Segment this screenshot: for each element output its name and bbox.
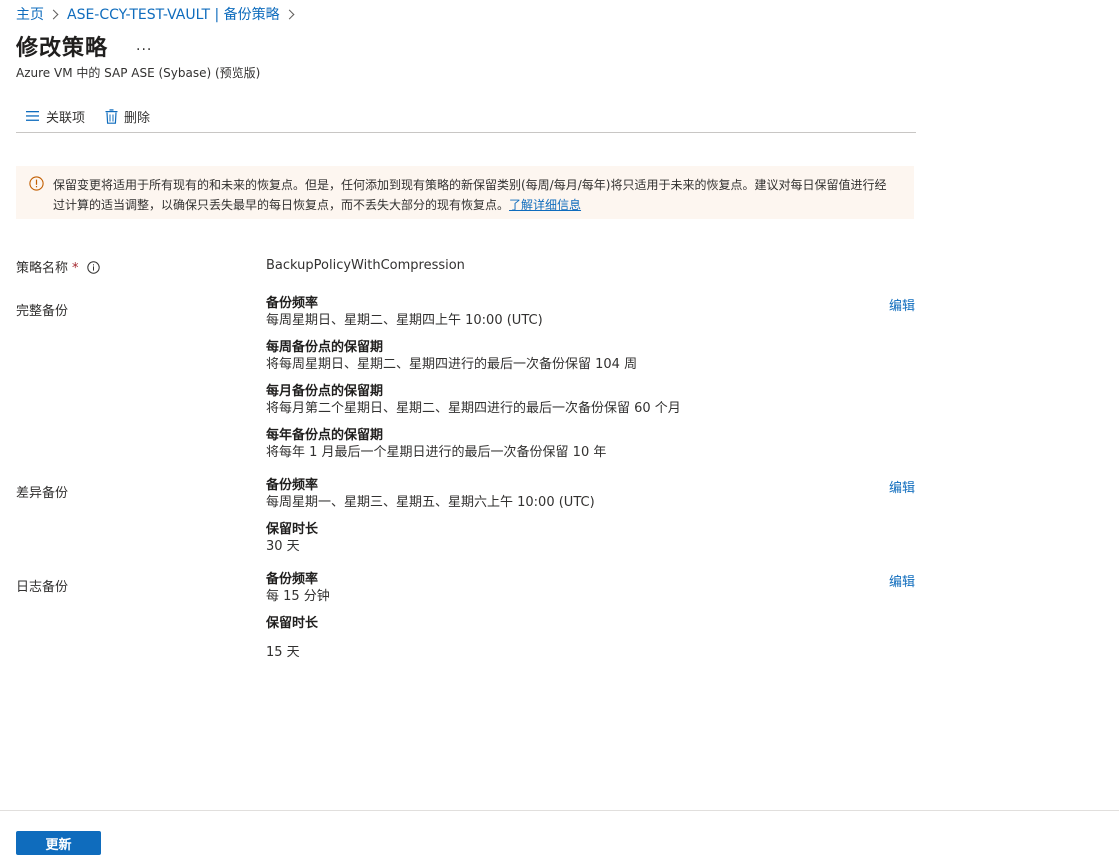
associate-items-label: 关联项 bbox=[46, 110, 86, 126]
policy-name-label-text: 策略名称 bbox=[16, 261, 69, 276]
banner-text: 保留变更将适用于所有现有的和未来的恢复点。但是，任何添加到现有策略的新保留类别(… bbox=[53, 178, 887, 212]
full-freq-value: 每周星期日、星期二、星期四上午 10:00 (UTC) bbox=[266, 313, 543, 328]
log-freq-title: 备份频率 bbox=[266, 572, 319, 587]
log-ret-title-wrap: 保留时长 bbox=[266, 615, 318, 632]
title-row: 修改策略 ... bbox=[16, 30, 152, 62]
log-ret-value: 15 天 bbox=[266, 645, 300, 660]
command-bar: 关联项 删除 bbox=[16, 100, 916, 133]
full-weekly-details: 每周备份点的保留期 将每周星期日、星期二、星期四进行的最后一次备份保留 104 … bbox=[266, 339, 637, 373]
warning-icon bbox=[29, 176, 44, 191]
info-icon[interactable] bbox=[86, 261, 100, 274]
full-yearly-value: 将每年 1 月最后一个星期日进行的最后一次备份保留 10 年 bbox=[266, 445, 607, 460]
page-subtitle: Azure VM 中的 SAP ASE (Sybase) (预览版) bbox=[16, 66, 261, 80]
policy-name-value: BackupPolicyWithCompression bbox=[266, 258, 465, 273]
full-weekly-value: 将每周星期日、星期二、星期四进行的最后一次备份保留 104 周 bbox=[266, 357, 638, 372]
full-freq-title: 备份频率 bbox=[266, 296, 319, 311]
full-backup-details: 备份频率 每周星期日、星期二、星期四上午 10:00 (UTC) bbox=[266, 295, 543, 329]
delete-button[interactable]: 删除 bbox=[105, 107, 150, 126]
delete-label: 删除 bbox=[124, 110, 151, 126]
full-monthly-title: 每月备份点的保留期 bbox=[266, 384, 384, 399]
log-freq-details: 备份频率 每 15 分钟 bbox=[266, 571, 330, 605]
breadcrumb-home-link[interactable]: 主页 bbox=[16, 4, 44, 24]
full-yearly-title: 每年备份点的保留期 bbox=[266, 428, 384, 443]
diff-ret-title: 保留时长 bbox=[266, 522, 319, 537]
full-backup-edit-link[interactable]: 编辑 bbox=[889, 295, 915, 314]
diff-freq-title: 备份频率 bbox=[266, 478, 319, 493]
diff-freq-value: 每周星期一、星期三、星期五、星期六上午 10:00 (UTC) bbox=[266, 495, 595, 510]
list-icon bbox=[26, 111, 39, 121]
log-ret-title: 保留时长 bbox=[266, 616, 319, 631]
warning-banner: 保留变更将适用于所有现有的和未来的恢复点。但是，任何添加到现有策略的新保留类别(… bbox=[16, 166, 914, 219]
footer-divider bbox=[0, 810, 1119, 811]
learn-more-link[interactable]: 了解详细信息 bbox=[509, 198, 581, 212]
page-title: 修改策略 bbox=[16, 36, 109, 61]
log-backup-label: 日志备份 bbox=[16, 580, 69, 595]
more-options-button[interactable]: ... bbox=[136, 38, 152, 54]
diff-retention-details: 保留时长 30 天 bbox=[266, 521, 318, 555]
policy-name-label: 策略名称 * bbox=[16, 257, 100, 276]
breadcrumb-vault-link[interactable]: ASE-CCY-TEST-VAULT | 备份策略 bbox=[67, 4, 280, 24]
trash-icon bbox=[105, 108, 118, 124]
full-monthly-details: 每月备份点的保留期 将每月第二个星期日、星期二、星期四进行的最后一次备份保留 6… bbox=[266, 383, 681, 417]
diff-backup-label: 差异备份 bbox=[16, 486, 69, 501]
chevron-right-icon bbox=[48, 9, 59, 19]
log-backup-edit-link[interactable]: 编辑 bbox=[889, 571, 915, 590]
chevron-right-icon bbox=[284, 9, 295, 19]
update-button[interactable]: 更新 bbox=[16, 831, 101, 855]
log-freq-value: 每 15 分钟 bbox=[266, 589, 330, 604]
diff-freq-details: 备份频率 每周星期一、星期三、星期五、星期六上午 10:00 (UTC) bbox=[266, 477, 595, 511]
full-yearly-details: 每年备份点的保留期 将每年 1 月最后一个星期日进行的最后一次备份保留 10 年 bbox=[266, 427, 606, 461]
full-monthly-value: 将每月第二个星期日、星期二、星期四进行的最后一次备份保留 60 个月 bbox=[266, 401, 681, 416]
diff-ret-value: 30 天 bbox=[266, 539, 300, 554]
breadcrumb: 主页 ASE-CCY-TEST-VAULT | 备份策略 bbox=[16, 4, 303, 24]
full-backup-label: 完整备份 bbox=[16, 304, 69, 319]
associate-items-button[interactable]: 关联项 bbox=[26, 107, 85, 126]
diff-backup-edit-link[interactable]: 编辑 bbox=[889, 477, 915, 496]
full-weekly-title: 每周备份点的保留期 bbox=[266, 340, 384, 355]
required-asterisk: * bbox=[72, 261, 79, 276]
